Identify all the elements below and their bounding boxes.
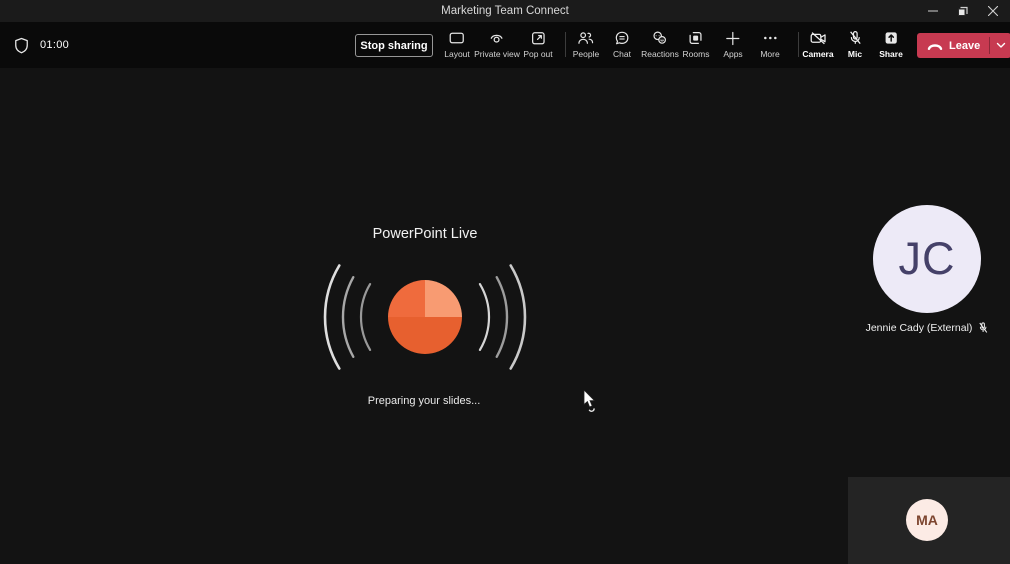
people-icon xyxy=(577,29,595,47)
more-button[interactable]: More xyxy=(760,29,780,59)
pop-out-button[interactable]: Pop out xyxy=(523,29,553,59)
private-view-label: Private view xyxy=(474,49,520,59)
stop-sharing-button[interactable]: Stop sharing xyxy=(355,34,433,57)
minimize-icon xyxy=(928,10,938,12)
layout-button[interactable]: Layout xyxy=(444,29,470,59)
camera-off-icon xyxy=(809,29,827,47)
leave-button[interactable]: Leave xyxy=(917,33,989,58)
participant-muted-icon xyxy=(979,322,988,333)
participant-name: Jennie Cady (External) xyxy=(865,322,973,334)
hang-up-icon xyxy=(927,43,943,50)
participant-name-row: Jennie Cady (External) xyxy=(866,322,989,334)
close-button[interactable] xyxy=(978,0,1008,22)
chat-icon xyxy=(614,29,630,47)
leave-label: Leave xyxy=(949,39,981,52)
window-controls xyxy=(918,0,1008,22)
leave-options-button[interactable] xyxy=(990,33,1010,58)
mic-label: Mic xyxy=(847,49,863,59)
rooms-label: Rooms xyxy=(682,49,710,59)
camera-button[interactable]: Camera xyxy=(802,29,834,59)
mic-button[interactable]: Mic xyxy=(847,29,863,59)
minimize-button[interactable] xyxy=(918,0,948,22)
chat-button[interactable]: Chat xyxy=(613,29,631,59)
meeting-stage: PowerPoint Live Preparing your slides...… xyxy=(0,68,1010,564)
apps-button[interactable]: Apps xyxy=(723,29,743,59)
share-button[interactable]: Share xyxy=(879,29,903,59)
teams-meeting-window: { "window": { "title": "Marketing Team C… xyxy=(0,0,1010,564)
powerpoint-live-heading: PowerPoint Live xyxy=(372,226,478,242)
people-button[interactable]: People xyxy=(573,29,599,59)
self-initials: MA xyxy=(916,512,938,528)
toolbar-divider xyxy=(798,32,799,57)
rooms-icon xyxy=(688,29,704,47)
powerpoint-logo-icon xyxy=(388,280,462,354)
more-icon xyxy=(762,29,778,47)
more-label: More xyxy=(760,49,780,59)
reactions-label: Reactions xyxy=(641,49,679,59)
self-avatar: MA xyxy=(906,499,948,541)
leave-split-button: Leave xyxy=(917,33,1010,58)
restore-icon xyxy=(958,6,968,16)
mic-off-icon xyxy=(847,29,863,47)
pop-out-icon xyxy=(530,29,546,47)
share-label: Share xyxy=(879,49,903,59)
restore-button[interactable] xyxy=(948,0,978,22)
meeting-timer: 01:00 xyxy=(40,39,70,51)
shield-icon xyxy=(15,37,28,53)
self-view-tile[interactable]: MA xyxy=(848,477,1010,564)
layout-icon xyxy=(449,29,466,47)
close-icon xyxy=(988,6,998,16)
reactions-icon xyxy=(652,29,669,47)
people-label: People xyxy=(572,49,600,59)
private-view-icon xyxy=(488,29,505,47)
apps-icon xyxy=(726,29,741,47)
mouse-cursor xyxy=(583,390,596,412)
rooms-button[interactable]: Rooms xyxy=(682,29,710,59)
title-bar: Marketing Team Connect xyxy=(0,0,1010,22)
participant-avatar: JC xyxy=(873,205,981,313)
preparing-slides-status: Preparing your slides... xyxy=(367,395,481,407)
private-view-button[interactable]: Private view xyxy=(474,29,520,59)
reactions-button[interactable]: Reactions xyxy=(641,29,679,59)
participant-initials: JC xyxy=(898,233,956,284)
meeting-toolbar: 01:00 Stop sharing Layout Private view P… xyxy=(0,22,1010,68)
chevron-down-icon xyxy=(996,42,1005,48)
window-title: Marketing Team Connect xyxy=(441,5,569,17)
pop-out-label: Pop out xyxy=(523,49,553,59)
chat-label: Chat xyxy=(613,49,631,59)
participant-tile[interactable]: JC Jennie Cady (External) xyxy=(860,198,996,338)
apps-label: Apps xyxy=(723,49,743,59)
toolbar-divider xyxy=(565,32,566,57)
meeting-info: 01:00 xyxy=(13,22,69,68)
layout-label: Layout xyxy=(444,49,470,59)
camera-label: Camera xyxy=(802,49,834,59)
share-tray-icon xyxy=(883,29,899,47)
